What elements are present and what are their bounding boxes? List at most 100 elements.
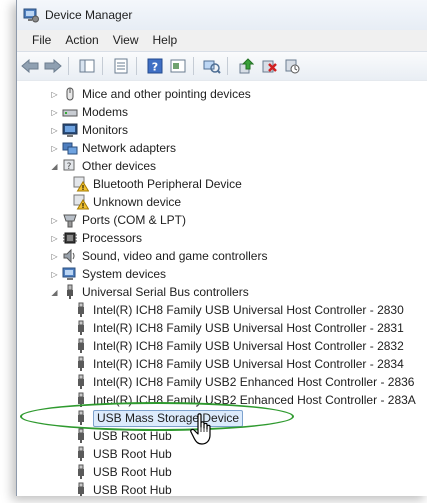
tree-node[interactable]: ◢? Other devices [50,157,156,175]
usb-plug-icon [73,374,89,390]
tree-node[interactable]: ▷ Processors [50,229,142,247]
tree-node-label: Bluetooth Peripheral Device [93,177,242,191]
title-bar[interactable]: Device Manager [17,0,427,30]
toolbar-separator [227,57,228,75]
usb-plug-icon [73,356,89,372]
show-hide-icon[interactable] [77,56,97,76]
usb-plug-icon [73,338,89,354]
tree-node[interactable]: Bluetooth Peripheral Device [73,175,242,193]
tree-node[interactable]: USB Root Hub [73,481,172,496]
expand-arrow-icon[interactable]: ▷ [50,265,59,283]
tree-node[interactable]: ▷ Modems [50,103,128,121]
hand-cursor-icon [190,413,216,447]
processor-icon [62,230,78,246]
toolbar: ? [17,51,427,81]
monitor-icon [62,122,78,138]
tree-node[interactable]: Intel(R) ICH8 Family USB Universal Host … [73,337,404,355]
network-adapter-icon [62,140,78,156]
expand-arrow-icon[interactable]: ▷ [50,121,59,139]
tree-node-label: Universal Serial Bus controllers [82,285,249,299]
tree-node-label: USB Root Hub [93,465,172,479]
tree-node-label: USB Root Hub [93,447,172,461]
window-title: Device Manager [45,8,133,22]
tree-node-label: USB Root Hub [93,483,172,496]
usb-icon [62,284,78,300]
warning-device-icon [73,194,90,210]
toolbar-separator [136,57,137,75]
menu-bar: File Action View Help [17,30,427,51]
tree-node-label: Network adapters [82,141,177,155]
tree-node[interactable]: USB Root Hub [73,445,172,463]
scan-hardware-icon[interactable] [202,56,222,76]
uninstall-icon[interactable] [259,56,279,76]
tree-node[interactable]: ▷ Network adapters [50,139,176,157]
usb-plug-icon [73,428,89,444]
collapse-arrow-icon[interactable]: ◢ [50,283,59,301]
tree-node-label: Intel(R) ICH8 Family USB2 Enhanced Host … [93,375,415,389]
port-icon [62,212,78,228]
tree-node[interactable]: ▷ System devices [50,265,166,283]
expand-arrow-icon[interactable]: ▷ [50,229,59,247]
device-manager-app-icon [23,7,39,23]
tree-node-label: Ports (COM & LPT) [82,213,187,227]
usb-plug-icon [73,302,89,318]
toolbar-separator [68,57,69,75]
expand-arrow-icon[interactable]: ▷ [50,103,59,121]
collapse-arrow-icon[interactable]: ◢ [50,157,59,175]
warning-device-icon [73,176,90,192]
tree-node-label: Intel(R) ICH8 Family USB Universal Host … [93,339,404,353]
expand-arrow-icon[interactable]: ▷ [50,211,59,229]
system-device-icon [62,266,78,282]
svg-text:?: ? [152,61,158,74]
other-devices-icon: ? [62,158,78,174]
back-icon[interactable] [20,56,40,76]
tree-node[interactable]: ▷ Mice and other pointing devices [50,85,251,103]
tree-node[interactable]: Intel(R) ICH8 Family USB Universal Host … [73,301,404,319]
tree-node-label: Mice and other pointing devices [82,87,251,101]
expand-arrow-icon[interactable]: ▷ [50,139,59,157]
modem-icon [62,104,78,120]
svg-text:?: ? [67,162,72,172]
tree-node[interactable]: ▷ Sound, video and game controllers [50,247,267,265]
menu-file[interactable]: File [25,30,58,51]
properties-icon[interactable] [111,56,131,76]
tree-node-label: Monitors [82,123,129,137]
disable-icon[interactable] [282,56,302,76]
tree-node[interactable]: ◢ Universal Serial Bus controllers [50,283,249,301]
menu-action[interactable]: Action [58,30,105,51]
menu-view[interactable]: View [106,30,146,51]
usb-plug-icon [73,482,89,496]
expand-arrow-icon[interactable]: ▷ [50,85,59,103]
tree-node-label: Other devices [82,159,157,173]
usb-plug-icon [73,464,89,480]
tree-node-label: Intel(R) ICH8 Family USB Universal Host … [93,303,404,317]
tree-node-label: Modems [82,105,129,119]
update-driver-icon[interactable] [236,56,256,76]
help-icon[interactable]: ? [145,56,165,76]
tree-node-label: Intel(R) ICH8 Family USB Universal Host … [93,357,404,371]
tree-node-label: System devices [82,267,167,281]
usb-plug-icon [73,446,89,462]
mouse-icon [62,86,78,102]
expand-arrow-icon[interactable]: ▷ [50,247,59,265]
tree-node[interactable]: Intel(R) ICH8 Family USB2 Enhanced Host … [73,373,414,391]
tree-node-label: Unknown device [93,195,182,209]
tree-node[interactable]: Intel(R) ICH8 Family USB Universal Host … [73,319,404,337]
usb-plug-icon [73,320,89,336]
tree-node-label: Processors [82,231,143,245]
device-tree[interactable]: ▷ Mice and other pointing devices ▷ Modems ▷… [17,80,427,496]
sound-icon [62,248,78,264]
forward-icon[interactable] [43,56,63,76]
tree-node[interactable]: Intel(R) ICH8 Family USB Universal Host … [73,355,404,373]
tree-node[interactable]: USB Root Hub [73,463,172,481]
view-icon[interactable] [168,56,188,76]
tree-node-label: Sound, video and game controllers [82,249,268,263]
tree-node-label: Intel(R) ICH8 Family USB Universal Host … [93,321,404,335]
highlight-ellipse [20,402,294,431]
tree-node[interactable]: Unknown device [73,193,181,211]
tree-node[interactable]: ▷ Monitors [50,121,128,139]
toolbar-separator [193,57,194,75]
tree-node[interactable]: ▷ Ports (COM & LPT) [50,211,186,229]
menu-help[interactable]: Help [146,30,185,51]
toolbar-separator [102,57,103,75]
